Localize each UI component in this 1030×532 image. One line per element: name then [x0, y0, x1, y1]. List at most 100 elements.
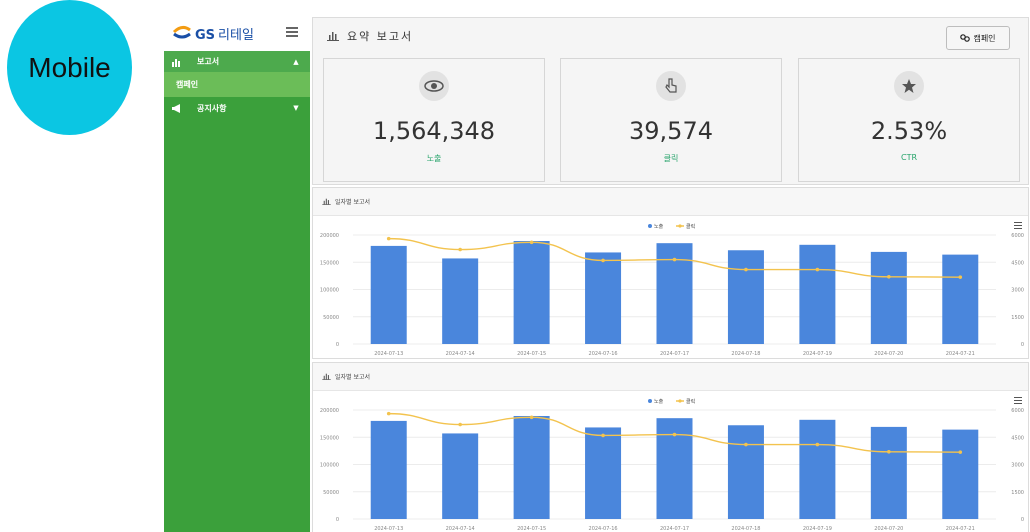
chevron-up-icon: ▲	[293, 57, 299, 66]
bar-impressions	[799, 244, 836, 344]
point-clicks	[887, 449, 891, 454]
x-tick-label: 2024-07-18	[731, 351, 760, 357]
daily-report-panel: 일자별 보고서 0 50000 100000 150000 200000 0 1500 300…	[312, 187, 1029, 359]
y-right-tick-label: 4500	[1011, 260, 1024, 266]
point-clicks	[744, 442, 748, 447]
point-clicks	[529, 240, 534, 245]
brand-logo-suffix: 리테일	[218, 28, 254, 43]
bar-chart-icon	[327, 32, 339, 41]
legend-marker-clicks	[678, 224, 682, 228]
stat-label: 클릭	[663, 154, 679, 163]
point-clicks	[601, 433, 605, 438]
panel-header: 일자별 보고서	[313, 188, 1028, 216]
daily-report-chart: 0 50000 100000 150000 200000 0 1500 3000 4500 600…	[320, 398, 1024, 532]
y-right-tick-label: 6000	[1011, 233, 1024, 239]
bar-impressions	[370, 245, 407, 344]
stat-value: 2.53%	[870, 117, 948, 145]
sidebar-item-label: 보고서	[197, 57, 220, 66]
y-left-tick-label: 200000	[320, 408, 339, 414]
mobile-badge[interactable]: Mobile	[7, 0, 132, 135]
y-right-tick-label: 0	[1021, 517, 1024, 523]
legend-label-impressions: 노출	[654, 398, 664, 405]
stat-label: CTR	[900, 153, 918, 162]
point-clicks	[458, 247, 462, 252]
sidebar-item-label: 캠페인	[176, 80, 199, 89]
campaign-button-label: 캠페인	[973, 33, 996, 43]
pointer-hand-icon	[656, 71, 686, 101]
sidebar-item-reports[interactable]: 보고서 ▲	[164, 51, 310, 72]
summary-report: 요약 보고서 캠페인 1,564,348 노출 39,574 클릭 2.53% …	[312, 17, 1029, 185]
x-tick-label: 2024-07-14	[446, 351, 475, 357]
x-tick-label: 2024-07-17	[660, 526, 689, 532]
bar-impressions	[727, 425, 764, 519]
y-left-tick-label: 100000	[320, 463, 339, 469]
bar-impressions	[370, 420, 407, 519]
y-right-tick-label: 4500	[1011, 435, 1024, 441]
y-left-tick-label: 50000	[323, 490, 339, 496]
x-tick-label: 2024-07-14	[446, 526, 475, 532]
bar-impressions	[942, 254, 979, 344]
campaign-button[interactable]: 캠페인	[946, 26, 1010, 50]
point-clicks	[672, 432, 677, 437]
panel-title: 일자별 보고서	[335, 374, 371, 381]
point-clicks	[386, 411, 391, 416]
y-left-tick-label: 200000	[320, 233, 339, 239]
bar-impressions	[727, 250, 764, 344]
chevron-down-icon: ▼	[293, 104, 299, 112]
sidebar-toggle-icon[interactable]	[286, 27, 298, 37]
logo-bar: GS 리테일	[164, 15, 310, 51]
bar-impressions	[442, 258, 479, 344]
point-clicks	[386, 236, 391, 241]
point-clicks	[601, 258, 605, 263]
daily-report-panel: 일자별 보고서 0 50000 100000 150000 200000 0 1500 300…	[312, 362, 1029, 532]
x-tick-label: 2024-07-19	[803, 351, 832, 357]
stat-label: 노출	[426, 154, 442, 163]
point-clicks	[529, 415, 534, 420]
point-clicks	[958, 450, 963, 454]
y-left-tick-label: 100000	[320, 288, 339, 294]
x-tick-label: 2024-07-21	[946, 526, 975, 532]
y-left-tick-label: 0	[336, 517, 339, 523]
y-right-tick-label: 3000	[1011, 463, 1024, 469]
legend-marker-impressions	[648, 224, 652, 228]
y-right-tick-label: 1500	[1011, 315, 1024, 321]
x-tick-label: 2024-07-13	[374, 351, 403, 357]
bar-impressions	[513, 415, 550, 519]
point-clicks	[958, 275, 963, 279]
legend-label-clicks: 클릭	[686, 398, 695, 405]
bar-impressions	[513, 240, 550, 344]
legend-marker-impressions	[648, 399, 652, 403]
panel-header: 일자별 보고서	[313, 363, 1028, 391]
bar-impressions	[799, 419, 836, 519]
point-clicks	[887, 274, 891, 279]
point-clicks	[744, 267, 748, 272]
point-clicks	[458, 422, 462, 427]
bar-impressions	[585, 252, 622, 344]
sidebar: GS 리테일 보고서 ▲ 캠페인 공지사항 ▼	[164, 15, 310, 532]
x-tick-label: 2024-07-18	[731, 526, 760, 532]
panel-title: 일자별 보고서	[335, 199, 371, 206]
bar-impressions	[942, 429, 979, 519]
y-right-tick-label: 1500	[1011, 490, 1024, 496]
x-tick-label: 2024-07-19	[803, 526, 832, 532]
point-clicks	[672, 257, 677, 262]
x-tick-label: 2024-07-20	[874, 526, 903, 532]
y-left-tick-label: 50000	[323, 315, 339, 321]
summary-header: 요약 보고서	[313, 18, 1028, 54]
brand-logo[interactable]: GS 리테일	[195, 24, 254, 43]
megaphone-icon	[172, 104, 180, 113]
y-right-tick-label: 6000	[1011, 408, 1024, 414]
y-right-tick-label: 3000	[1011, 288, 1024, 294]
stat-value: 39,574	[629, 117, 713, 145]
link-icon	[960, 34, 971, 42]
chart-legend: 노출 클릭	[648, 223, 695, 230]
bar-impressions	[870, 426, 907, 519]
y-left-tick-label: 150000	[320, 260, 339, 266]
chart-legend: 노출 클릭	[648, 398, 695, 405]
point-clicks	[815, 267, 820, 272]
eye-icon	[419, 71, 449, 101]
sidebar-item-notices[interactable]: 공지사항 ▼	[164, 97, 310, 119]
sidebar-item-label: 공지사항	[197, 103, 227, 113]
y-left-tick-label: 0	[336, 342, 339, 348]
sidebar-item-campaign[interactable]: 캠페인	[164, 72, 310, 97]
